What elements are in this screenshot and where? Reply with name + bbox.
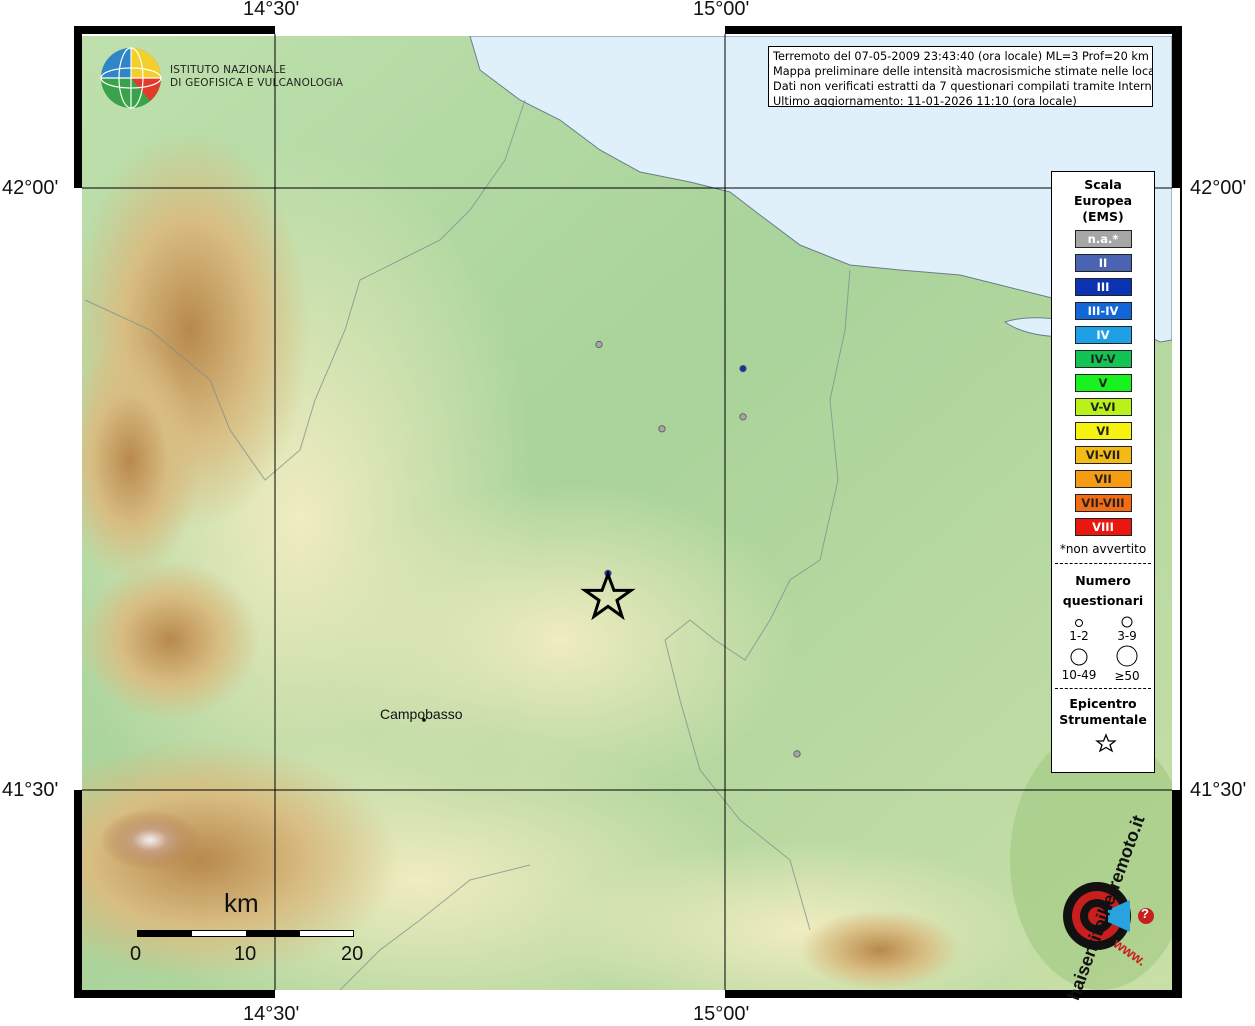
size-label-4: ≥50: [1114, 669, 1139, 683]
lon-tick-top-2: 15°00': [693, 0, 750, 20]
ingv-logo-text: ISTITUTO NAZIONALE DI GEOFISICA E VULCAN…: [170, 64, 343, 90]
ingv-line2: DI GEOFISICA E VULCANOLOGIA: [170, 77, 344, 89]
legend-title-2: Europea: [1073, 193, 1133, 208]
info-line2: Mappa preliminare delle intensità macros…: [773, 65, 1153, 78]
info-line3: Dati non verificati estratti da 7 questi…: [773, 80, 1153, 93]
ems-swatch: IV-V: [1074, 350, 1132, 368]
info-line4: Ultimo aggiornamento: 11-01-2026 11:10 (…: [773, 95, 1077, 107]
legend-title-1: Scala: [1084, 177, 1122, 192]
ingv-logo-icon: [100, 47, 162, 109]
size-label-2: 3-9: [1117, 629, 1137, 643]
info-line1: Terremoto del 07-05-2009 23:43:40 (ora l…: [773, 50, 1149, 63]
observation-point: [658, 425, 666, 433]
lat-tick-right-1: 42°00': [1190, 177, 1247, 199]
scale-label-0: 0: [130, 943, 142, 965]
ems-swatch: IV: [1074, 326, 1132, 344]
hsit-question: ?: [1141, 906, 1149, 921]
map-area: [82, 36, 1172, 990]
observation-point: [793, 750, 801, 758]
ingv-line1: ISTITUTO NAZIONALE: [170, 64, 287, 76]
lon-tick-top-1: 14°30': [243, 0, 300, 20]
size-circle-3: [1070, 648, 1088, 666]
ems-swatch: III-IV: [1074, 302, 1132, 320]
ems-swatch: V: [1074, 374, 1132, 392]
ems-swatch: VIII: [1074, 518, 1132, 536]
ems-swatch: VII-VIII: [1074, 494, 1132, 512]
legend-note: *non avvertito: [1059, 542, 1147, 556]
scale-unit: km: [224, 888, 259, 918]
observation-point: [739, 413, 747, 421]
size-circle-2: [1121, 616, 1133, 628]
legend: Scala Europea (EMS) n.a.* II III III-IV IV IV…: [1051, 171, 1155, 773]
city-label: Campobasso: [380, 706, 463, 722]
scale-bar: [137, 930, 354, 937]
ems-swatch: III: [1074, 278, 1132, 296]
ems-swatch: VII: [1074, 470, 1132, 488]
size-label-1: 1-2: [1069, 629, 1089, 643]
scale-label-20: 20: [341, 943, 364, 965]
epi-title-1: Epicentro: [1069, 696, 1137, 711]
ems-swatch: II: [1074, 254, 1132, 272]
count-title-1: Numero: [1075, 573, 1131, 588]
size-circle-1: [1075, 619, 1083, 627]
size-legend: 1-2 3-9 10-49 ≥50: [1062, 616, 1140, 683]
ems-swatch: VI-VII: [1074, 446, 1132, 464]
scale-label-10: 10: [234, 943, 257, 965]
legend-title-3: (EMS): [1082, 209, 1124, 224]
ems-swatch: V-VI: [1074, 398, 1132, 416]
size-circle-4: [1116, 645, 1138, 667]
lat-tick-left-1: 42°00': [2, 177, 59, 199]
observation-point: [739, 364, 747, 373]
legend-title: Scala Europea (EMS): [1052, 177, 1154, 225]
lon-tick-bottom-1: 14°30': [243, 1003, 300, 1025]
earthquake-info-box: Terremoto del 07-05-2009 23:43:40 (ora l…: [768, 46, 1153, 107]
epicenter-legend-icon: [1095, 733, 1117, 753]
count-title: Numero questionari: [1052, 571, 1154, 611]
lat-tick-right-2: 41°30': [1190, 779, 1247, 801]
ems-swatch: n.a.*: [1074, 230, 1132, 248]
count-title-2: questionari: [1062, 593, 1144, 608]
epi-title-2: Strumentale: [1059, 712, 1147, 727]
observation-point: [595, 340, 603, 349]
size-label-3: 10-49: [1062, 668, 1097, 682]
lon-tick-bottom-2: 15°00': [693, 1003, 750, 1025]
lat-tick-left-2: 41°30': [2, 779, 59, 801]
epicenter-title: Epicentro Strumentale: [1052, 696, 1154, 728]
ems-swatch: VI: [1074, 422, 1132, 440]
ems-swatches: n.a.* II III III-IV IV IV-V V V-VI VI VI-VII VII VI…: [1052, 230, 1154, 536]
